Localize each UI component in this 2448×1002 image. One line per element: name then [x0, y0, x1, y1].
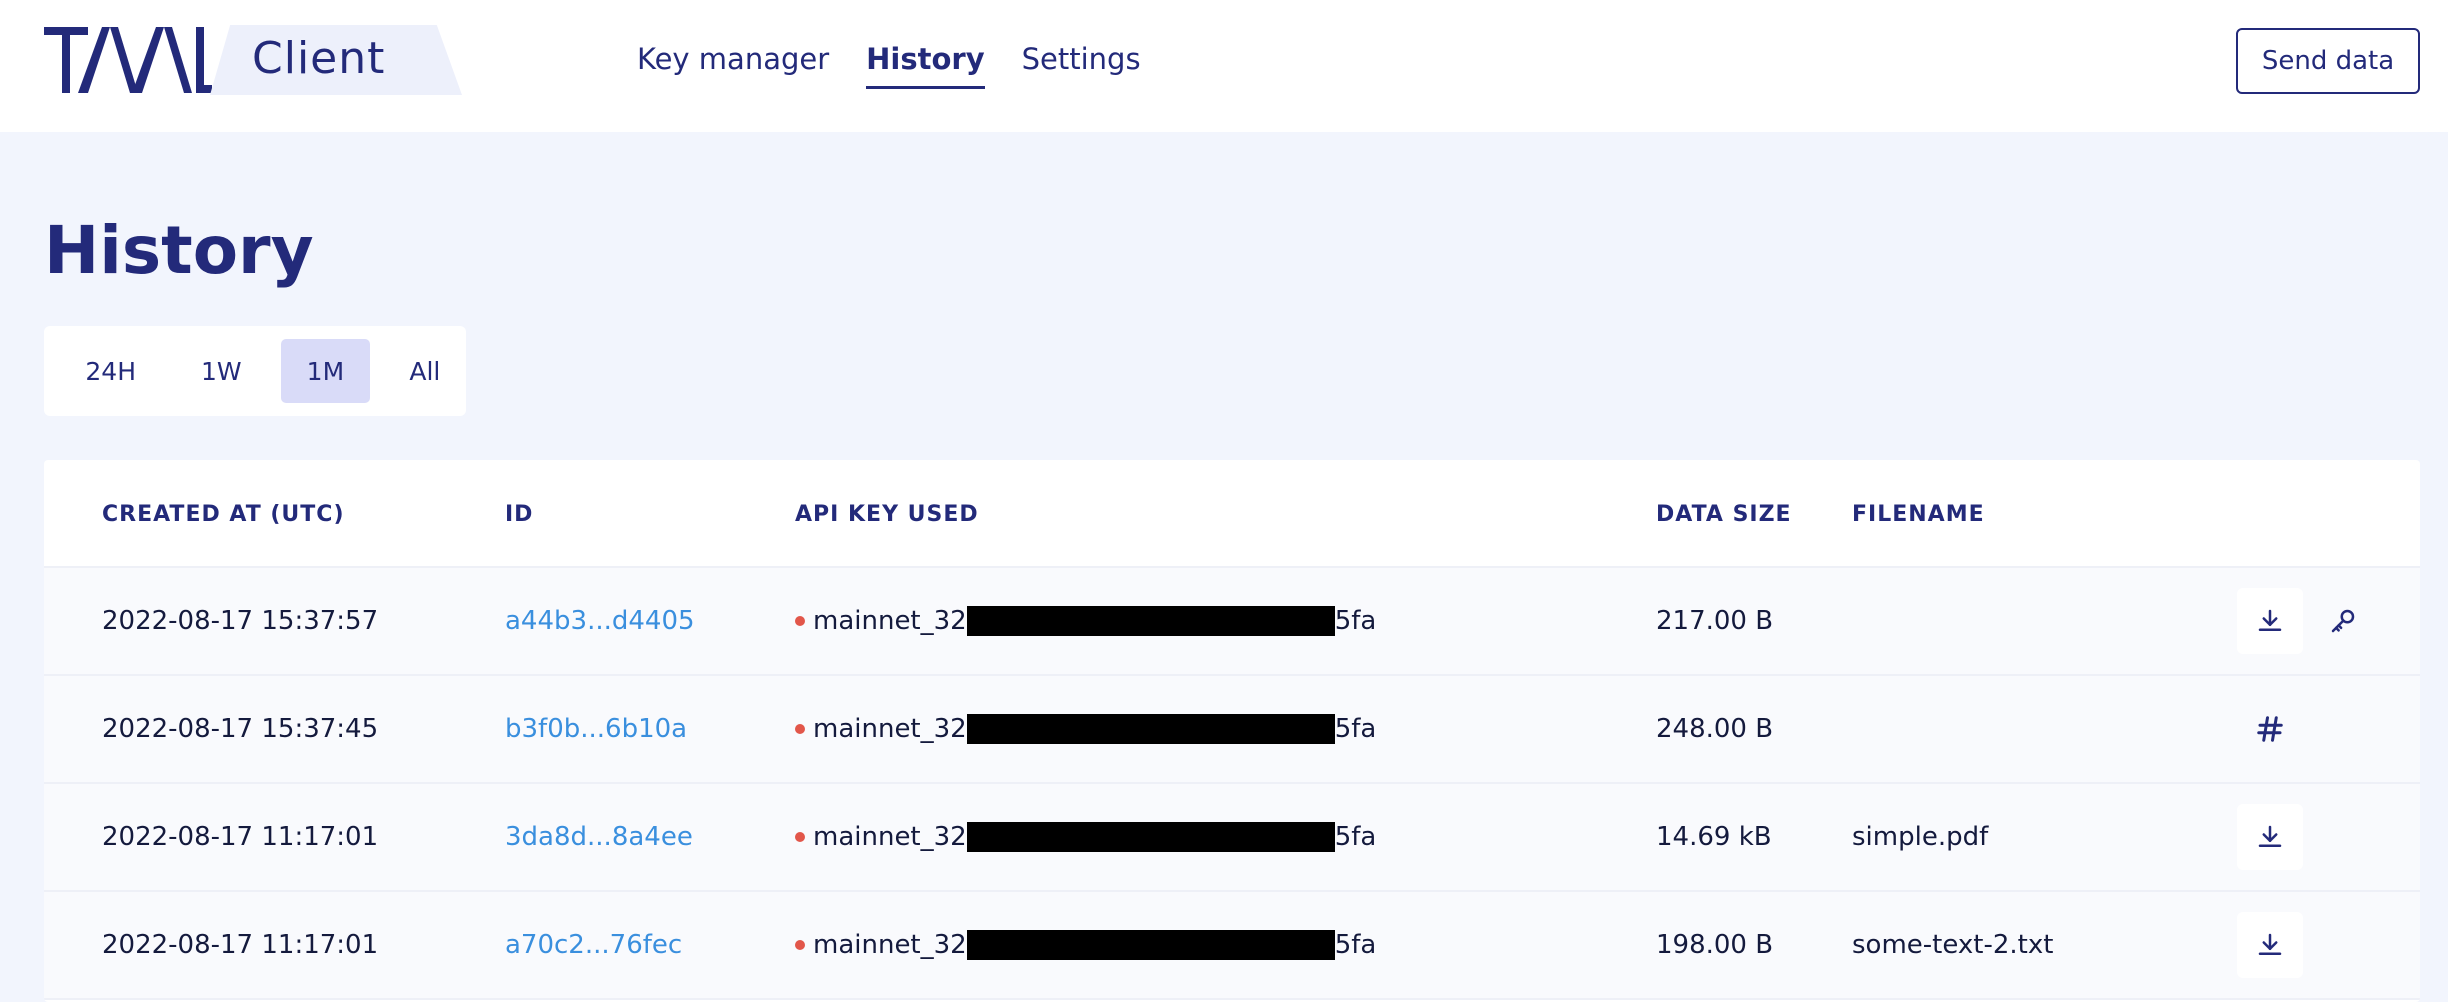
- product-name: Client: [252, 33, 386, 84]
- api-key-prefix: mainnet_32: [813, 606, 967, 636]
- record-id-link[interactable]: a70c2...76fec: [505, 892, 682, 998]
- api-key-prefix: mainnet_32: [813, 822, 967, 852]
- api-key-cell: mainnet_32 5fa: [795, 892, 1376, 998]
- logo[interactable]: Client: [44, 25, 462, 95]
- redacted-block: [966, 822, 1335, 852]
- main-nav: Key manager History Settings: [637, 42, 1141, 89]
- header-created-at[interactable]: CREATED AT (UTC): [102, 502, 345, 527]
- time-filter: 24H 1W 1M All: [44, 326, 466, 416]
- record-id-link[interactable]: b3f0b...6b10a: [505, 676, 687, 782]
- filter-all[interactable]: All: [384, 339, 466, 403]
- filter-1m[interactable]: 1M: [281, 339, 370, 403]
- hash-icon[interactable]: [2237, 696, 2303, 762]
- created-at-cell: 2022-08-17 15:37:45: [102, 714, 379, 744]
- header-data-size[interactable]: DATA SIZE: [1656, 502, 1792, 527]
- taal-logo-mark: [44, 27, 212, 93]
- download-icon[interactable]: [2237, 912, 2303, 978]
- header-api-key[interactable]: API KEY USED: [795, 502, 979, 527]
- key-icon[interactable]: [2310, 588, 2376, 654]
- page-title: History: [44, 212, 314, 289]
- record-id-link[interactable]: 3da8d...8a4ee: [505, 784, 693, 890]
- created-at-cell: 2022-08-17 11:17:01: [102, 822, 379, 852]
- api-key-suffix: 5fa: [1334, 930, 1377, 960]
- api-key-cell: mainnet_32 5fa: [795, 784, 1376, 890]
- api-key-cell: mainnet_32 5fa: [795, 568, 1376, 674]
- data-size-cell: 14.69 kB: [1656, 822, 1772, 852]
- api-key-prefix: mainnet_32: [813, 930, 967, 960]
- status-dot: [795, 940, 805, 950]
- redacted-block: [966, 606, 1335, 636]
- data-size-cell: 248.00 B: [1656, 714, 1774, 744]
- api-key-suffix: 5fa: [1334, 714, 1377, 744]
- table-row[interactable]: 2022-08-17 15:37:45 b3f0b...6b10a mainne…: [44, 676, 2420, 784]
- api-key-suffix: 5fa: [1334, 606, 1377, 636]
- header-id[interactable]: ID: [505, 502, 533, 527]
- filename-cell: some-text-2.txt: [1852, 930, 2054, 960]
- record-id-link[interactable]: a44b3...d4405: [505, 568, 695, 674]
- history-table: CREATED AT (UTC) ID API KEY USED DATA SI…: [44, 460, 2420, 1002]
- redacted-block: [966, 930, 1335, 960]
- table-row[interactable]: 2022-08-17 11:17:01 3da8d...8a4ee mainne…: [44, 784, 2420, 892]
- download-icon[interactable]: [2237, 804, 2303, 870]
- filter-24h[interactable]: 24H: [60, 339, 161, 403]
- nav-settings[interactable]: Settings: [1022, 42, 1141, 89]
- api-key-suffix: 5fa: [1334, 822, 1377, 852]
- header-filename[interactable]: FILENAME: [1852, 502, 1985, 527]
- download-icon[interactable]: [2237, 588, 2303, 654]
- created-at-cell: 2022-08-17 15:37:57: [102, 606, 379, 636]
- redacted-block: [966, 714, 1335, 744]
- data-size-cell: 198.00 B: [1656, 930, 1774, 960]
- nav-key-manager[interactable]: Key manager: [637, 42, 829, 89]
- table-row[interactable]: 2022-08-17 15:37:57 a44b3...d4405 mainne…: [44, 568, 2420, 676]
- table-header: CREATED AT (UTC) ID API KEY USED DATA SI…: [44, 460, 2420, 568]
- data-size-cell: 217.00 B: [1656, 606, 1774, 636]
- filename-cell: simple.pdf: [1852, 822, 1989, 852]
- nav-history[interactable]: History: [866, 42, 985, 89]
- top-bar: Client Key manager History Settings Send…: [0, 0, 2448, 132]
- api-key-cell: mainnet_32 5fa: [795, 676, 1376, 782]
- status-dot: [795, 616, 805, 626]
- filter-1w[interactable]: 1W: [175, 339, 267, 403]
- created-at-cell: 2022-08-17 11:17:01: [102, 930, 379, 960]
- table-row[interactable]: 2022-08-17 11:17:01 a70c2...76fec mainne…: [44, 892, 2420, 1000]
- send-data-button[interactable]: Send data: [2236, 28, 2420, 94]
- status-dot: [795, 832, 805, 842]
- api-key-prefix: mainnet_32: [813, 714, 967, 744]
- status-dot: [795, 724, 805, 734]
